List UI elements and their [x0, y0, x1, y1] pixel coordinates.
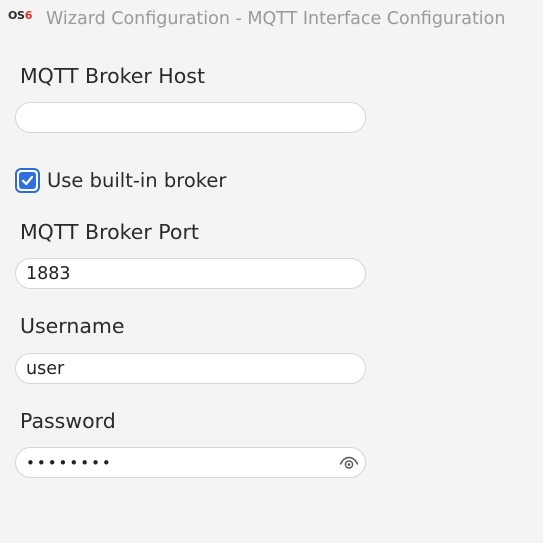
password-input[interactable]: [15, 447, 366, 478]
checkbox-fill: [19, 172, 36, 189]
title-bar: OS6 Wizard Configuration - MQTT Interfac…: [0, 0, 543, 38]
broker-port-input[interactable]: [15, 258, 366, 289]
username-input[interactable]: [15, 353, 366, 384]
password-label: Password: [20, 409, 116, 433]
builtin-broker-label: Use built-in broker: [47, 169, 227, 192]
eye-icon[interactable]: [339, 455, 359, 471]
wizard-window: OS6 Wizard Configuration - MQTT Interfac…: [0, 0, 543, 543]
app-logo-prefix: OS: [8, 9, 25, 22]
app-logo-suffix: 6: [24, 9, 33, 22]
broker-host-input[interactable]: [15, 102, 366, 133]
window-title: Wizard Configuration - MQTT Interface Co…: [46, 9, 506, 29]
builtin-broker-checkbox[interactable]: [15, 168, 40, 193]
username-label: Username: [20, 314, 125, 338]
builtin-broker-option[interactable]: Use built-in broker: [15, 168, 226, 193]
broker-host-label: MQTT Broker Host: [20, 64, 205, 88]
checkmark-icon: [21, 175, 34, 186]
app-logo: OS6: [8, 9, 32, 22]
broker-port-label: MQTT Broker Port: [20, 220, 199, 244]
